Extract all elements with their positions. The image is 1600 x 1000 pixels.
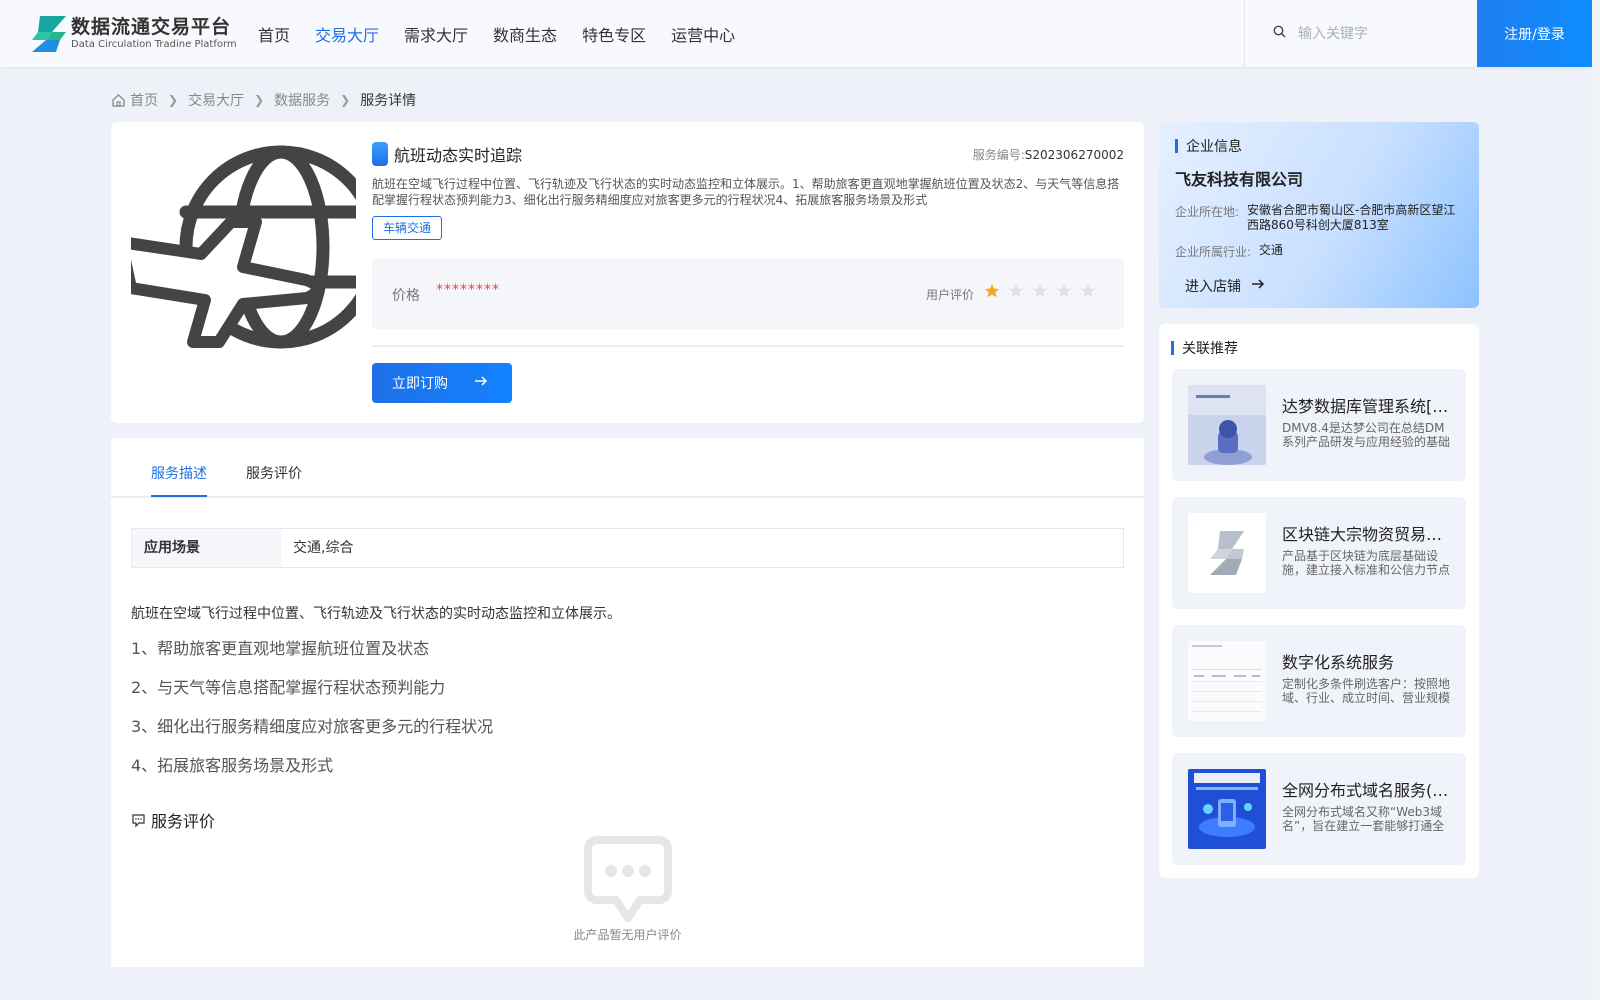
description-point: 3、细化出行服务精细度应对旅客更多元的行程状况 <box>131 717 494 736</box>
star-filled-icon <box>985 284 999 298</box>
chevron-right-icon: ❯ <box>254 93 265 107</box>
star-empty-icon <box>1081 284 1095 298</box>
home-icon[interactable] <box>111 93 126 108</box>
database-box-icon <box>1188 385 1266 465</box>
title-marker-icon <box>372 142 388 166</box>
recommend-item[interactable]: 达梦数据库管理系统[DM8] DMV8.4是达梦公司在总结DM系列产品研发与应用… <box>1172 369 1466 481</box>
price-value: ******** <box>436 282 500 298</box>
site-logo[interactable]: 数据流通交易平台 Data Circulation Tradine Platfo… <box>30 14 237 54</box>
search-input[interactable] <box>1298 25 1468 42</box>
nav-special-zone[interactable]: 特色专区 <box>582 22 646 46</box>
arrow-right-icon <box>474 375 488 391</box>
recommend-title: 全网分布式域名服务(Web3) <box>1282 781 1452 800</box>
order-now-button[interactable]: 立即订购 <box>372 363 512 403</box>
empty-review-text: 此产品暂无用户评价 <box>573 928 682 942</box>
recommend-desc: 定制化多条件刷选客户：按照地域、行业、成立时间、营业规模等 <box>1282 677 1451 705</box>
chevron-right-icon: ❯ <box>340 93 351 107</box>
logo-mark-icon <box>30 14 68 54</box>
star-empty-icon <box>1009 284 1023 298</box>
category-tag[interactable]: 车辆交通 <box>372 216 443 240</box>
recommend-title: 达梦数据库管理系统[DM8] <box>1282 397 1452 416</box>
recommend-item[interactable]: 区块链大宗物资贸易服务平台 产品基于区块链为底层基础设施，建立接入标准和公信力节… <box>1172 497 1466 609</box>
recommend-desc: 产品基于区块链为底层基础设施，建立接入标准和公信力节点体系 <box>1282 549 1451 577</box>
star-empty-icon <box>1057 284 1071 298</box>
recommend-item[interactable]: 数字化系统服务 定制化多条件刷选客户：按照地域、行业、成立时间、营业规模等 <box>1172 625 1466 737</box>
company-location-value: 安徽省合肥市蜀山区-合肥市高新区望江西路860号科创大厦813室 <box>1247 203 1456 232</box>
price-panel: 价格 ******** 用户评价 <box>372 258 1124 329</box>
recommend-title: 数字化系统服务 <box>1282 653 1395 672</box>
breadcrumb-home[interactable]: 首页 <box>130 90 158 110</box>
airplane-globe-icon <box>115 142 383 367</box>
recommend-item[interactable]: 全网分布式域名服务(Web3) 全网分布式域名又称“Web3域名”，旨在建立一套… <box>1172 753 1466 865</box>
service-code: 服务编号:S202306270002 <box>972 148 1124 162</box>
breadcrumb-data-service[interactable]: 数据服务 <box>274 90 330 110</box>
tab-service-review[interactable]: 服务评价 <box>246 463 302 483</box>
nav-ecosystem[interactable]: 数商生态 <box>493 22 557 46</box>
empty-comment-icon <box>584 836 672 924</box>
recommend-desc: DMV8.4是达梦公司在总结DM系列产品研发与应用经验的基础上推出的新一代数据库… <box>1282 421 1451 449</box>
arrow-right-icon <box>1251 278 1265 294</box>
description-point: 1、帮助旅客更直观地掌握航班位置及状态 <box>131 639 430 658</box>
tab-service-description[interactable]: 服务描述 <box>151 463 207 483</box>
company-location: 企业所在地: 安徽省合肥市蜀山区-合肥市高新区望江西路860号科创大厦813室 <box>1175 203 1456 232</box>
active-tab-underline <box>151 495 207 497</box>
scenario-label: 应用场景 <box>132 529 281 567</box>
company-section-heading: 企业信息 <box>1175 136 1242 156</box>
breadcrumb-current: 服务详情 <box>360 93 417 109</box>
breadcrumb-trading-hall[interactable]: 交易大厅 <box>188 90 244 110</box>
rating-label: 用户评价 <box>926 288 975 302</box>
company-info-card: 企业信息 飞友科技有限公司 企业所在地: 安徽省合肥市蜀山区-合肥市高新区望江西… <box>1159 122 1479 308</box>
company-name: 飞友科技有限公司 <box>1175 170 1304 189</box>
comment-icon <box>132 813 145 827</box>
service-detail-panel: 服务描述 服务评价 应用场景 交通,综合 航班在空域飞行过程中位置、飞行轨迹及飞… <box>111 438 1144 967</box>
description-point: 4、拓展旅客服务场景及形式 <box>131 756 334 775</box>
search-box <box>1244 0 1476 67</box>
recommend-title: 区块链大宗物资贸易服务平台 <box>1282 525 1452 544</box>
logo-subtitle: Data Circulation Tradine Platform <box>71 39 237 50</box>
detail-tabs: 服务描述 服务评价 <box>111 438 1144 498</box>
page-scrollbar[interactable] <box>1592 0 1600 1000</box>
table-screenshot-icon <box>1188 641 1266 721</box>
product-title: 航班动态实时追踪 <box>394 146 523 165</box>
platform-logo-icon <box>1188 513 1266 593</box>
review-heading: 服务评价 <box>131 808 215 832</box>
top-header: 数据流通交易平台 Data Circulation Tradine Platfo… <box>0 0 1600 67</box>
description-points: 1、帮助旅客更直观地掌握航班位置及状态 2、与天气等信息搭配掌握行程状态预判能力… <box>131 638 493 794</box>
breadcrumb: 首页 ❯ 交易大厅 ❯ 数据服务 ❯ 服务详情 <box>111 90 416 110</box>
company-industry-value: 交通 <box>1259 243 1284 257</box>
service-code-value: S202306270002 <box>1024 148 1124 162</box>
description-intro: 航班在空域飞行过程中位置、飞行轨迹及飞行状态的实时动态监控和立体展示。 <box>131 606 621 622</box>
product-card: 航班动态实时追踪 服务编号:S202306270002 航班在空域飞行过程中位置… <box>111 122 1144 423</box>
related-recommend-card: 关联推荐 达梦数据库管理系统[DM8] DMV8.4是达梦公司在总结DM系列产品… <box>1159 324 1479 878</box>
logo-title: 数据流通交易平台 <box>71 16 232 38</box>
nav-operation-center[interactable]: 运营中心 <box>671 22 735 46</box>
nav-demand-hall[interactable]: 需求大厅 <box>404 22 468 46</box>
divider <box>372 345 1124 347</box>
price-label: 价格 <box>392 288 420 304</box>
login-register-button[interactable]: 注册/登录 <box>1477 0 1592 67</box>
product-description: 航班在空域飞行过程中位置、飞行轨迹及飞行状态的实时动态监控和立体展示。1、帮助旅… <box>372 177 1120 207</box>
star-empty-icon <box>1033 284 1047 298</box>
main-nav: 首页 交易大厅 需求大厅 数商生态 特色专区 运营中心 <box>258 0 760 67</box>
scenario-table: 应用场景 交通,综合 <box>131 528 1124 568</box>
scenario-value: 交通,综合 <box>293 540 354 556</box>
nav-home[interactable]: 首页 <box>258 22 290 46</box>
web3-domain-icon <box>1188 769 1266 849</box>
recommend-desc: 全网分布式域名又称“Web3域名”，旨在建立一套能够打通全网的域名体系 <box>1282 805 1445 833</box>
recommend-section-heading: 关联推荐 <box>1171 338 1238 358</box>
nav-trading-hall[interactable]: 交易大厅 <box>315 22 379 46</box>
rating-stars <box>984 283 1104 299</box>
description-point: 2、与天气等信息搭配掌握行程状态预判能力 <box>131 678 446 697</box>
chevron-right-icon: ❯ <box>168 93 179 107</box>
search-icon[interactable] <box>1273 25 1286 42</box>
company-industry: 企业所属行业: 交通 <box>1175 243 1469 260</box>
enter-shop-link[interactable]: 进入店铺 <box>1185 276 1265 296</box>
product-title-row: 航班动态实时追踪 <box>372 142 522 166</box>
